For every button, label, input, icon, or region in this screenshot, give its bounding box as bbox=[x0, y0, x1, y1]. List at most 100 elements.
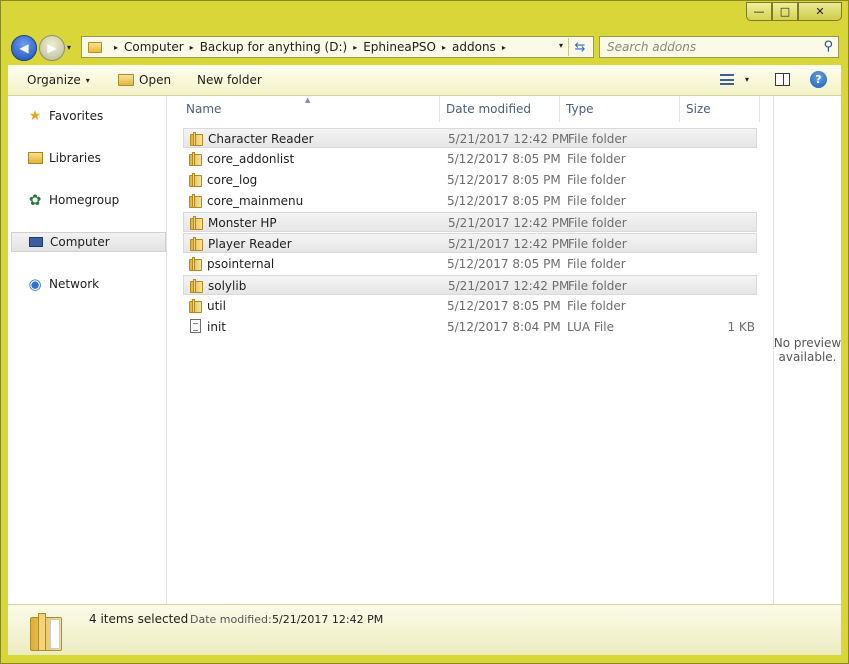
preview-pane: No preview available. bbox=[773, 96, 841, 604]
minimize-button[interactable]: — bbox=[746, 2, 772, 21]
file-name: Monster HP bbox=[208, 216, 277, 230]
forward-button[interactable]: ▶ bbox=[39, 35, 65, 61]
breadcrumb-ephineapso[interactable]: EphineaPSO bbox=[363, 40, 436, 54]
column-header-date[interactable]: Date modified bbox=[440, 96, 560, 122]
file-name: core_mainmenu bbox=[207, 194, 304, 208]
file-date-modified: 5/21/2017 12:42 PM bbox=[448, 216, 570, 230]
file-row[interactable]: core_addonlist 5/12/2017 8:05 PM File fold… bbox=[183, 149, 757, 169]
back-button[interactable]: ◀ bbox=[11, 35, 37, 61]
folder-icon bbox=[190, 132, 203, 146]
new-folder-button[interactable]: New folder bbox=[197, 73, 262, 87]
network-icon: ◉ bbox=[28, 275, 42, 293]
address-row: ◀ ▶ ▾ ▸ Computer ▸ Backup for anything (… bbox=[1, 34, 848, 61]
file-row[interactable]: init 5/12/2017 8:04 PM LUA File 1 KB bbox=[183, 317, 757, 337]
file-date-modified: 5/21/2017 12:42 PM bbox=[448, 279, 570, 293]
file-date-modified: 5/12/2017 8:05 PM bbox=[447, 173, 561, 187]
sidebar-item-label: Computer bbox=[50, 235, 110, 249]
folder-icon bbox=[189, 299, 202, 313]
sidebar-item-computer[interactable]: Computer bbox=[11, 232, 166, 252]
file-row[interactable]: psointernal 5/12/2017 8:05 PM File folder bbox=[183, 254, 757, 274]
file-list: ▲ Name Date modified Type Size Character… bbox=[168, 96, 773, 604]
file-type: File folder bbox=[567, 257, 626, 271]
column-headers: ▲ Name Date modified Type Size bbox=[168, 96, 773, 122]
explorer-window: — □ ✕ ◀ ▶ ▾ ▸ Computer ▸ Backup for anyt… bbox=[0, 0, 849, 664]
address-bar[interactable]: ▸ Computer ▸ Backup for anything (D:) ▸ … bbox=[81, 36, 594, 58]
maximize-button[interactable]: □ bbox=[772, 2, 798, 21]
libraries-icon bbox=[27, 150, 43, 166]
file-type: File folder bbox=[568, 132, 627, 146]
preview-pane-icon[interactable] bbox=[775, 73, 790, 86]
view-options-dropdown[interactable]: ▾ bbox=[745, 75, 749, 84]
help-icon[interactable]: ? bbox=[810, 71, 827, 88]
file-type: File folder bbox=[567, 299, 626, 313]
file-row[interactable]: Player Reader 5/21/2017 12:42 PM File fold… bbox=[183, 233, 757, 253]
breadcrumb-separator[interactable]: ▸ bbox=[502, 43, 506, 52]
sidebar-item-label: Network bbox=[49, 277, 100, 291]
breadcrumb-separator[interactable]: ▸ bbox=[442, 43, 446, 52]
chevron-down-icon: ▾ bbox=[85, 75, 90, 85]
organize-button[interactable]: Organize ▾ bbox=[27, 73, 90, 87]
change-view-icon[interactable] bbox=[720, 74, 734, 85]
sidebar-item-homegroup[interactable]: ✿ Homegroup bbox=[11, 190, 166, 210]
file-type: File folder bbox=[568, 237, 627, 251]
file-row[interactable]: core_mainmenu 5/12/2017 8:05 PM File folde… bbox=[183, 191, 757, 211]
file-name: Character Reader bbox=[208, 132, 314, 146]
star-icon: ★ bbox=[28, 108, 42, 124]
file-name: init bbox=[207, 320, 226, 334]
folder-icon bbox=[189, 194, 202, 208]
breadcrumb-separator[interactable]: ▸ bbox=[190, 43, 194, 52]
folder-icon bbox=[190, 237, 203, 251]
file-type: File folder bbox=[567, 173, 626, 187]
sidebar-item-network[interactable]: ◉ Network bbox=[11, 274, 166, 294]
breadcrumb-separator[interactable]: ▸ bbox=[114, 43, 118, 52]
back-arrow-icon: ◀ bbox=[19, 41, 29, 55]
file-type: File folder bbox=[568, 279, 627, 293]
selection-folder-icon bbox=[30, 613, 64, 651]
refresh-icon: ⇆ bbox=[574, 39, 586, 55]
recent-pages-dropdown[interactable]: ▾ bbox=[67, 43, 71, 52]
column-header-size[interactable]: Size bbox=[680, 96, 760, 122]
refresh-button[interactable]: ⇆ bbox=[568, 38, 591, 56]
computer-icon bbox=[28, 234, 44, 250]
file-name: psointernal bbox=[207, 257, 275, 271]
address-dropdown-button[interactable]: ▾ bbox=[559, 41, 563, 50]
search-box: ⚲ bbox=[599, 36, 839, 58]
homegroup-icon: ✿ bbox=[28, 191, 42, 209]
details-pane: 4 items selected Date modified: 5/21/201… bbox=[8, 604, 841, 655]
file-name: core_log bbox=[207, 173, 258, 187]
open-folder-icon bbox=[118, 74, 134, 86]
sidebar-item-label: Libraries bbox=[49, 151, 101, 165]
file-row[interactable]: util 5/12/2017 8:05 PM File folder bbox=[183, 296, 757, 316]
file-row[interactable]: solylib 5/21/2017 12:42 PM File folder bbox=[183, 275, 757, 295]
column-header-type[interactable]: Type bbox=[560, 96, 680, 122]
breadcrumb-drive-d[interactable]: Backup for anything (D:) bbox=[200, 40, 348, 54]
breadcrumb-computer[interactable]: Computer bbox=[124, 40, 184, 54]
open-button[interactable]: Open bbox=[118, 73, 171, 87]
sidebar-item-favorites[interactable]: ★ Favorites bbox=[11, 106, 166, 126]
column-header-name[interactable]: Name bbox=[180, 96, 440, 122]
file-row[interactable]: Monster HP 5/21/2017 12:42 PM File folder bbox=[183, 212, 757, 232]
breadcrumb-addons[interactable]: addons bbox=[452, 40, 496, 54]
file-type: File folder bbox=[567, 194, 626, 208]
file-date-modified: 5/21/2017 12:42 PM bbox=[448, 237, 570, 251]
selection-count: 4 items selected bbox=[89, 612, 189, 626]
folder-icon bbox=[189, 152, 202, 166]
close-button[interactable]: ✕ bbox=[798, 2, 842, 21]
preview-message: No preview available. bbox=[773, 336, 842, 364]
command-bar: Organize ▾ Open New folder ▾ ? bbox=[8, 65, 841, 96]
new-folder-label: New folder bbox=[197, 73, 262, 87]
sidebar-item-libraries[interactable]: Libraries bbox=[11, 148, 166, 168]
file-date-modified: 5/12/2017 8:05 PM bbox=[447, 299, 561, 313]
search-input[interactable] bbox=[600, 39, 819, 55]
file-type: File folder bbox=[567, 152, 626, 166]
file-type: LUA File bbox=[567, 320, 614, 334]
file-row[interactable]: core_log 5/12/2017 8:05 PM File folder bbox=[183, 170, 757, 190]
folder-icon bbox=[190, 279, 203, 293]
search-icon[interactable]: ⚲ bbox=[823, 39, 833, 54]
navigation-pane: ★ Favorites Libraries ✿ Homegroup Comput… bbox=[8, 96, 167, 604]
file-name: solylib bbox=[208, 279, 247, 293]
file-type: File folder bbox=[568, 216, 627, 230]
file-row[interactable]: Character Reader 5/21/2017 12:42 PM File f… bbox=[183, 128, 757, 148]
sidebar-item-label: Favorites bbox=[49, 109, 104, 123]
breadcrumb-separator[interactable]: ▸ bbox=[353, 43, 357, 52]
